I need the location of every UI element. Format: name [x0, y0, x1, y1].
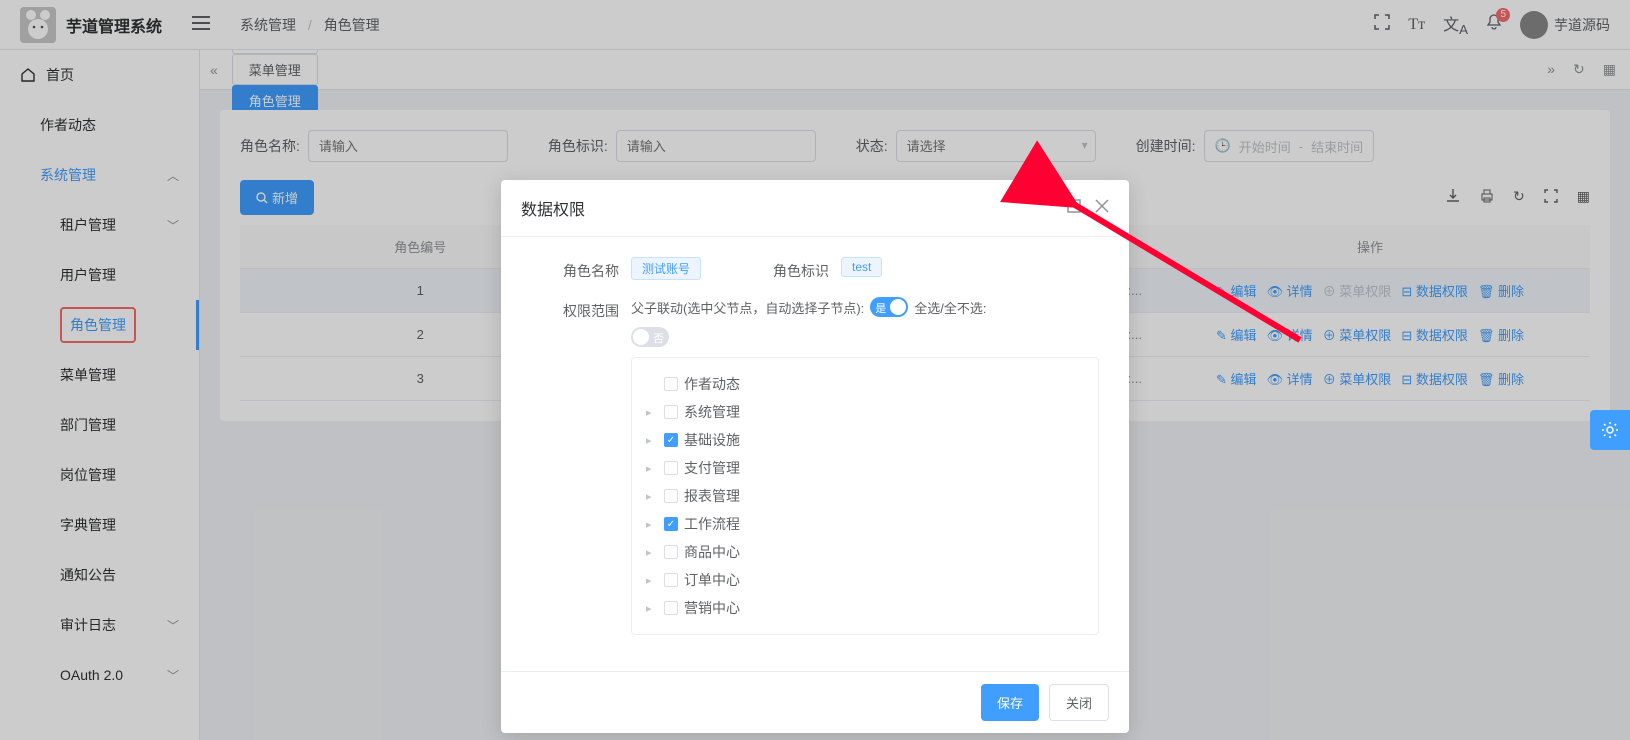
- tree-node-label[interactable]: 营销中心: [684, 598, 740, 618]
- tree-node: ▸ 系统管理: [646, 398, 1084, 426]
- tree-expand-icon[interactable]: ▸: [646, 518, 658, 531]
- select-all-label: 全选/全不选:: [914, 298, 986, 317]
- tree-node-label[interactable]: 报表管理: [684, 486, 740, 506]
- tree-node: ▸ 商品中心: [646, 538, 1084, 566]
- tree-expand-icon[interactable]: ▸: [646, 406, 658, 419]
- modal-title: 数据权限: [521, 196, 585, 220]
- tree-node-label[interactable]: 商品中心: [684, 542, 740, 562]
- linkage-switch[interactable]: 是: [870, 297, 908, 317]
- tree-checkbox[interactable]: [664, 377, 678, 391]
- tree-node-label[interactable]: 订单中心: [684, 570, 740, 590]
- permission-tree: 作者动态 ▸ 系统管理 ▸ ✓ 基础设施 ▸ 支付管理 ▸ 报表管理 ▸ ✓ 工…: [631, 357, 1099, 635]
- tree-node: ▸ 支付管理: [646, 454, 1084, 482]
- modal-scope-label: 权限范围: [531, 297, 631, 321]
- tree-expand-icon[interactable]: ▸: [646, 546, 658, 559]
- tree-checkbox[interactable]: [664, 573, 678, 587]
- tree-checkbox[interactable]: ✓: [664, 433, 678, 447]
- tree-expand-icon[interactable]: ▸: [646, 434, 658, 447]
- tree-expand-icon[interactable]: ▸: [646, 490, 658, 503]
- cancel-button[interactable]: 关闭: [1049, 684, 1109, 721]
- tree-node: ▸ ✓ 工作流程: [646, 510, 1084, 538]
- select-all-switch-label: 否: [653, 330, 664, 346]
- tree-checkbox[interactable]: [664, 489, 678, 503]
- modal-role-name-label: 角色名称: [531, 257, 631, 281]
- tree-node-label[interactable]: 基础设施: [684, 430, 740, 450]
- tree-node: ▸ 订单中心: [646, 566, 1084, 594]
- save-button[interactable]: 保存: [981, 684, 1039, 721]
- linkage-switch-label: 是: [875, 300, 886, 316]
- modal-role-key-label: 角色标识: [761, 257, 841, 281]
- tree-checkbox[interactable]: [664, 601, 678, 615]
- select-all-switch[interactable]: 否: [631, 327, 669, 347]
- modal-role-key-value: test: [841, 257, 882, 277]
- close-icon[interactable]: [1095, 199, 1109, 218]
- settings-float-button[interactable]: [1590, 410, 1630, 450]
- data-permission-modal: 数据权限 角色名称 测试账号 角色标识 test 权限范围 父子联动(选中父节点…: [501, 180, 1129, 733]
- tree-expand-icon[interactable]: ▸: [646, 462, 658, 475]
- tree-node: ▸ 报表管理: [646, 482, 1084, 510]
- tree-node: 作者动态: [646, 370, 1084, 398]
- tree-expand-icon[interactable]: ▸: [646, 602, 658, 615]
- tree-node: ▸ 营销中心: [646, 594, 1084, 622]
- tree-node-label[interactable]: 支付管理: [684, 458, 740, 478]
- tree-expand-icon[interactable]: ▸: [646, 574, 658, 587]
- tree-checkbox[interactable]: [664, 405, 678, 419]
- tree-checkbox[interactable]: ✓: [664, 517, 678, 531]
- tree-node: ▸ ✓ 基础设施: [646, 426, 1084, 454]
- modal-role-name-value: 测试账号: [631, 257, 701, 280]
- tree-node-label[interactable]: 工作流程: [684, 514, 740, 534]
- tree-checkbox[interactable]: [664, 545, 678, 559]
- tree-checkbox[interactable]: [664, 461, 678, 475]
- gear-icon: [1601, 421, 1619, 439]
- tree-node-label[interactable]: 系统管理: [684, 402, 740, 422]
- linkage-text: 父子联动(选中父节点，自动选择子节点):: [631, 298, 864, 317]
- tree-node-label[interactable]: 作者动态: [684, 374, 740, 394]
- maximize-icon[interactable]: [1067, 199, 1081, 218]
